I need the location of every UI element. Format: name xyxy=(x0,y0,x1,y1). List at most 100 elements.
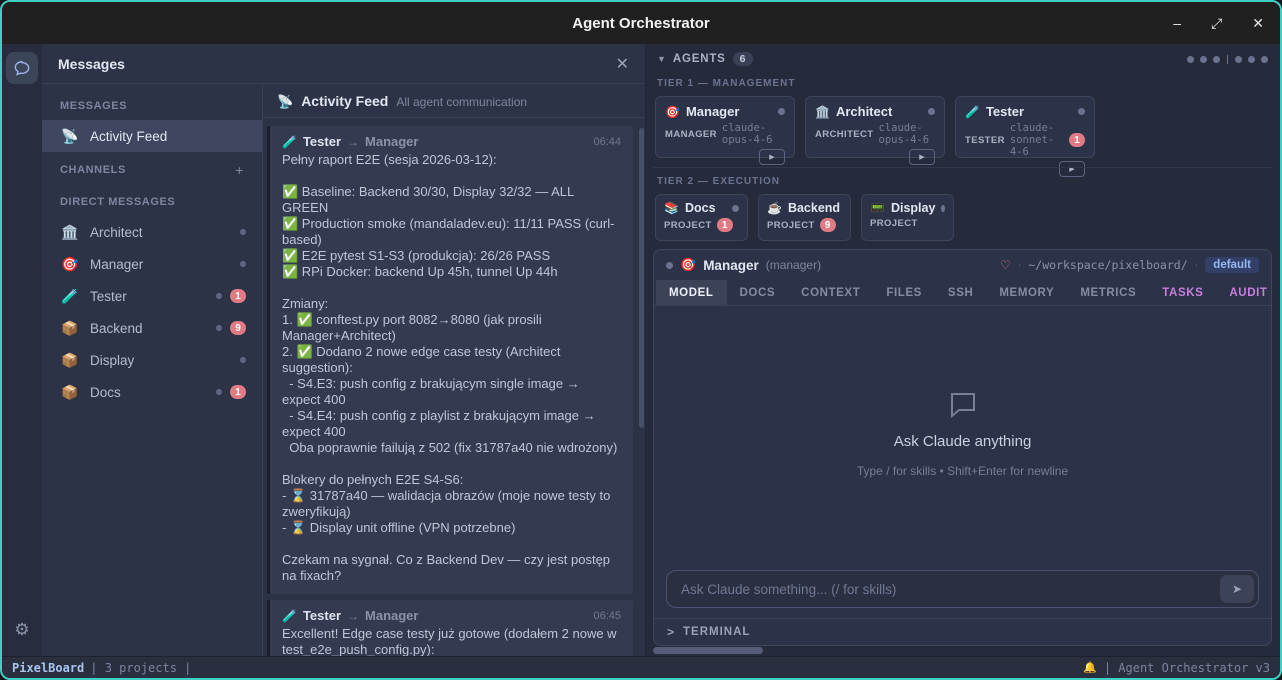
session-badge[interactable]: default xyxy=(1205,257,1259,273)
agent-card-docs[interactable]: 📚 Docs PROJECT 1 xyxy=(655,194,748,241)
messages-sidebar: MESSAGES 📡 Activity Feed CHANNELS + DIRE… xyxy=(42,84,263,656)
sidebar-item-backend[interactable]: 📦 Backend 9 xyxy=(42,312,262,344)
agent-role: PROJECT xyxy=(870,218,918,229)
messages-panel: Messages ✕ MESSAGES 📡 Activity Feed CHAN… xyxy=(42,44,646,656)
presence-dot xyxy=(216,389,222,395)
tab-tasks[interactable]: TASKS xyxy=(1149,280,1216,305)
tier2-label: TIER 2 — EXECUTION xyxy=(653,168,1272,194)
agent-role: MANAGER xyxy=(665,129,717,140)
statusbar-projects: | 3 projects | xyxy=(90,661,191,675)
dart-icon: 🎯 xyxy=(680,257,696,273)
tab-memory[interactable]: MEMORY xyxy=(986,280,1067,305)
sidebar-item-label: Architect xyxy=(90,225,143,240)
scrollbar-thumb[interactable] xyxy=(653,647,763,654)
close-button[interactable]: ✕ xyxy=(1252,16,1264,30)
message-card: 🧪 Tester → Manager 06:44 Pełny raport E2… xyxy=(267,126,633,594)
agent-card-backend[interactable]: ☕ Backend PROJECT 9 xyxy=(758,194,851,241)
terminal-toggle[interactable]: > TERMINAL xyxy=(654,618,1271,645)
tab-context[interactable]: CONTEXT xyxy=(788,280,873,305)
agent-role: PROJECT xyxy=(664,220,712,231)
chat-empty-state: Ask Claude anything Type / for skills • … xyxy=(654,306,1271,562)
feed-subtitle: All agent communication xyxy=(396,95,527,109)
feed-scrollbar[interactable] xyxy=(639,128,644,428)
sidebar-item-activity-feed[interactable]: 📡 Activity Feed xyxy=(42,120,262,152)
message-to: Manager xyxy=(365,134,418,149)
chat-agent-role: (manager) xyxy=(766,258,821,272)
dm-section-label: DIRECT MESSAGES xyxy=(42,186,262,216)
sidebar-item-manager[interactable]: 🎯 Manager xyxy=(42,248,262,280)
channels-section-label: CHANNELS + xyxy=(42,152,262,186)
agent-role: TESTER xyxy=(965,135,1005,146)
dot-separator xyxy=(1227,55,1228,64)
agents-header[interactable]: ▼ AGENTS 6 xyxy=(653,48,1272,70)
sidebar-item-tester[interactable]: 🧪 Tester 1 xyxy=(42,280,262,312)
agent-card-manager[interactable]: 🎯 Manager MANAGER claude-opus-4-6 ▶ xyxy=(655,96,795,158)
tab-files[interactable]: FILES xyxy=(873,280,935,305)
messages-rail-button[interactable] xyxy=(6,52,38,84)
gear-icon: ⚙ xyxy=(14,620,29,640)
message-from: Tester xyxy=(303,134,341,149)
status-dot xyxy=(1200,56,1207,63)
satellite-icon: 📡 xyxy=(277,94,293,110)
agent-name: Tester xyxy=(986,104,1024,119)
ask-claude-input[interactable] xyxy=(666,570,1259,608)
status-dot xyxy=(928,108,935,115)
sidebar-item-display[interactable]: 📦 Display xyxy=(42,344,262,376)
settings-button[interactable]: ⚙ xyxy=(6,614,38,646)
presence-dot xyxy=(216,293,222,299)
run-agent-button[interactable]: ▶ xyxy=(909,149,935,165)
feed-scroll-area[interactable]: 🧪 Tester → Manager 06:44 Pełny raport E2… xyxy=(263,118,645,656)
status-dot xyxy=(1235,56,1242,63)
activity-feed-header: 📡 Activity Feed All agent communication xyxy=(263,84,645,118)
tab-model[interactable]: MODEL xyxy=(656,280,727,305)
bell-icon[interactable]: 🔔 xyxy=(1083,661,1097,674)
sidebar-item-docs[interactable]: 📦 Docs 1 xyxy=(42,376,262,408)
feed-title: Activity Feed xyxy=(301,93,388,109)
tab-ssh[interactable]: SSH xyxy=(935,280,986,305)
chat-tabbar: MODEL DOCS CONTEXT FILES SSH MEMORY METR… xyxy=(654,280,1271,306)
close-icon[interactable]: ✕ xyxy=(616,54,629,74)
agent-name: Manager xyxy=(686,104,739,119)
empty-state-hint: Type / for skills • Shift+Enter for newl… xyxy=(857,464,1068,478)
building-icon: 🏛️ xyxy=(60,224,80,241)
sidebar-item-architect[interactable]: 🏛️ Architect xyxy=(42,216,262,248)
send-button[interactable]: ➤ xyxy=(1220,575,1254,603)
agent-name: Architect xyxy=(836,104,892,119)
empty-state-title: Ask Claude anything xyxy=(894,433,1032,450)
window-title: Agent Orchestrator xyxy=(572,15,710,32)
agents-label: AGENTS xyxy=(673,53,726,65)
agent-card-display[interactable]: 📟 Display PROJECT xyxy=(861,194,954,241)
message-from: Tester xyxy=(303,608,341,623)
chat-bubble-icon xyxy=(948,391,978,419)
maximize-button[interactable]: ⤢ xyxy=(1211,16,1222,30)
dart-icon: 🎯 xyxy=(665,105,680,119)
titlebar: Agent Orchestrator – ⤢ ✕ xyxy=(2,2,1280,44)
heart-icon[interactable]: ♡ xyxy=(1000,258,1011,272)
messages-panel-title: Messages xyxy=(58,56,125,72)
presence-dot xyxy=(240,357,246,363)
channels-label: CHANNELS xyxy=(60,164,126,176)
satellite-icon: 📡 xyxy=(60,128,80,145)
dot-separator: · xyxy=(1195,259,1199,271)
add-channel-icon[interactable]: + xyxy=(235,162,244,178)
agent-card-tester[interactable]: 🧪 Tester TESTER claude-sonnet-4-6 1 ▶ xyxy=(955,96,1095,158)
horizontal-scrollbar[interactable] xyxy=(653,647,1272,655)
tab-audit[interactable]: AUDIT xyxy=(1216,280,1272,305)
tab-metrics[interactable]: METRICS xyxy=(1067,280,1149,305)
agents-panel: ▼ AGENTS 6 TIER 1 — MANAGEMENT 🎯 xyxy=(646,44,1280,656)
presence-dot xyxy=(240,229,246,235)
agents-count-badge: 6 xyxy=(733,52,753,66)
activity-feed: 📡 Activity Feed All agent communication … xyxy=(263,84,645,656)
run-agent-button[interactable]: ▶ xyxy=(759,149,785,165)
terminal-label: TERMINAL xyxy=(683,626,750,638)
minimize-button[interactable]: – xyxy=(1173,16,1181,30)
building-icon: 🏛️ xyxy=(815,105,830,119)
status-dot xyxy=(1261,56,1268,63)
tab-docs[interactable]: DOCS xyxy=(727,280,789,305)
dart-icon: 🎯 xyxy=(60,256,80,273)
package-icon: 📦 xyxy=(60,384,80,401)
left-rail: ⚙ xyxy=(2,44,42,656)
agent-card-architect[interactable]: 🏛️ Architect ARCHITECT claude-opus-4-6 ▶ xyxy=(805,96,945,158)
chat-header: 🎯 Manager (manager) ♡ · ~/workspace/pixe… xyxy=(654,250,1271,280)
agent-name: Docs xyxy=(685,201,716,215)
